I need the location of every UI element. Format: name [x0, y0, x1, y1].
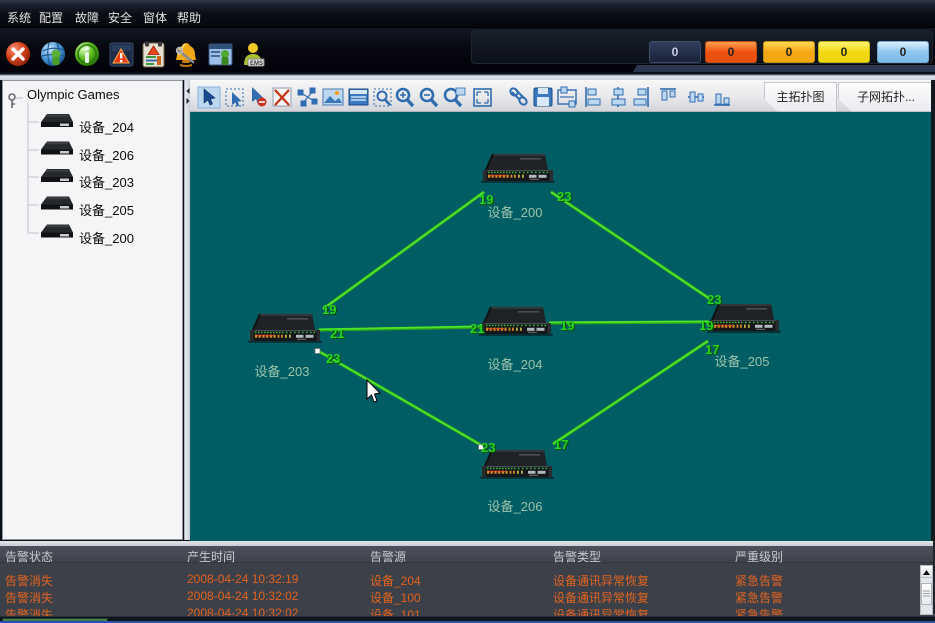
svg-text:设备_203: 设备_203 [255, 364, 310, 379]
svg-text:23: 23 [326, 351, 340, 366]
svg-text:设备_205: 设备_205 [715, 354, 770, 369]
svg-text:23: 23 [481, 440, 495, 455]
svg-text:23: 23 [707, 292, 721, 307]
svg-text:17: 17 [554, 437, 568, 452]
svg-text:EMS: EMS [250, 61, 263, 67]
svg-text:21: 21 [330, 326, 344, 341]
svg-text:19: 19 [560, 318, 574, 333]
svg-text:设备_204: 设备_204 [488, 357, 543, 372]
svg-text:21: 21 [470, 321, 484, 336]
svg-text:设备_200: 设备_200 [488, 205, 543, 220]
svg-text:19: 19 [699, 318, 713, 333]
svg-text:19: 19 [322, 302, 336, 317]
svg-text:23: 23 [557, 189, 571, 204]
svg-text:设备_206: 设备_206 [488, 499, 543, 514]
